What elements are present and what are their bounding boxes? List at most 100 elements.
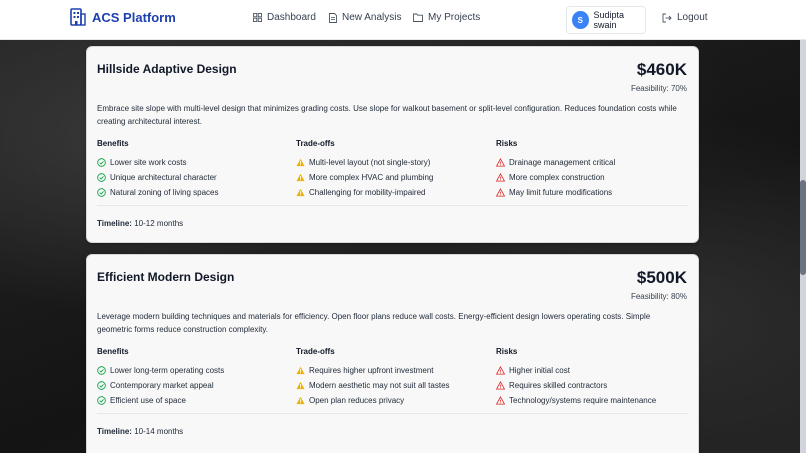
design-description: Leverage modern building techniques and … (97, 312, 651, 334)
benefit-item: Lower site work costs (97, 155, 287, 170)
timeline: Timeline: 10-14 months (97, 427, 183, 436)
benefit-text: Unique architectural character (110, 173, 217, 182)
alert-triangle-icon (496, 396, 505, 405)
check-circle-icon (97, 396, 106, 405)
design-card: Hillside Adaptive Design $460K Feasibili… (86, 46, 699, 243)
alert-triangle-icon (496, 158, 505, 167)
risk-text: Drainage management critical (509, 158, 616, 167)
warning-icon (296, 173, 305, 182)
timeline-label: Timeline: (97, 427, 132, 436)
timeline-label: Timeline: (97, 219, 132, 228)
benefit-text: Efficient use of space (110, 396, 186, 405)
tradeoff-item: More complex HVAC and plumbing (296, 170, 486, 185)
risks-column: Risks Drainage management critical More … (496, 139, 686, 200)
feasibility-score: Feasibility: 80% (630, 292, 687, 301)
benefits-column: Benefits Lower long-term operating costs… (97, 347, 287, 408)
tradeoff-item: Multi-level layout (not single-story) (296, 155, 486, 170)
grid-icon (253, 13, 262, 22)
check-circle-icon (97, 381, 106, 390)
check-circle-icon (97, 173, 106, 182)
check-circle-icon (97, 188, 106, 197)
tradeoff-item: Challenging for mobility-impaired (296, 185, 486, 200)
timeline-value: 10-14 months (134, 427, 184, 436)
timeline: Timeline: 10-12 months (97, 219, 183, 228)
design-title: Hillside Adaptive Design (97, 62, 237, 76)
design-title: Efficient Modern Design (97, 270, 235, 284)
risks-column: Risks Higher initial cost Requires skill… (496, 347, 686, 408)
brand-name: ACS Platform (92, 9, 176, 25)
scrollbar[interactable] (800, 40, 806, 453)
benefit-text: Natural zoning of living spaces (110, 188, 219, 197)
logout-label: Logout (677, 12, 708, 23)
risk-item: More complex construction (496, 170, 686, 185)
benefit-text: Contemporary market appeal (110, 381, 214, 390)
tradeoff-text: Multi-level layout (not single-story) (309, 158, 431, 167)
user-name: Sudipta swain (593, 10, 625, 30)
benefit-item: Efficient use of space (97, 393, 287, 408)
benefit-text: Lower site work costs (110, 158, 187, 167)
tradeoff-text: Challenging for mobility-impaired (309, 188, 426, 197)
design-price: $460K (636, 60, 687, 79)
tradeoff-text: Requires higher upfront investment (309, 366, 434, 375)
nav-new-analysis-label: New Analysis (342, 12, 402, 23)
brand-logo[interactable]: ACS Platform (70, 8, 176, 26)
benefits-heading: Benefits (97, 139, 129, 148)
alert-triangle-icon (496, 366, 505, 375)
risk-item: May limit future modifications (496, 185, 686, 200)
tradeoff-item: Requires higher upfront investment (296, 363, 486, 378)
risk-text: Higher initial cost (509, 366, 570, 375)
risk-item: Technology/systems require maintenance (496, 393, 686, 408)
check-circle-icon (97, 366, 106, 375)
benefit-item: Lower long-term operating costs (97, 363, 287, 378)
folder-icon (413, 13, 423, 22)
warning-icon (296, 381, 305, 390)
benefits-heading: Benefits (97, 347, 129, 356)
design-price: $500K (636, 268, 687, 287)
design-card: Efficient Modern Design $500K Feasibilit… (86, 254, 699, 453)
nav-dashboard-label: Dashboard (267, 12, 316, 23)
risk-item: Higher initial cost (496, 363, 686, 378)
tradeoff-text: Open plan reduces privacy (309, 396, 405, 405)
benefit-item: Natural zoning of living spaces (97, 185, 287, 200)
scrollbar-thumb[interactable] (800, 180, 806, 275)
card-divider (97, 413, 688, 414)
nav-my-projects[interactable]: My Projects (413, 12, 480, 23)
design-description: Embrace site slope with multi-level desi… (97, 104, 677, 126)
tradeoff-text: More complex HVAC and plumbing (309, 173, 434, 182)
tradeoffs-column: Trade-offs Requires higher upfront inves… (296, 347, 486, 408)
card-divider (97, 205, 688, 206)
tradeoffs-heading: Trade-offs (296, 139, 335, 148)
tradeoff-item: Modern aesthetic may not suit all tastes (296, 378, 486, 393)
top-navbar: ACS Platform Dashboard New Analysis My P… (0, 0, 806, 40)
benefit-item: Contemporary market appeal (97, 378, 287, 393)
feasibility-score: Feasibility: 70% (630, 84, 687, 93)
risk-text: More complex construction (509, 173, 605, 182)
risk-text: Technology/systems require maintenance (509, 396, 657, 405)
alert-triangle-icon (496, 381, 505, 390)
benefit-item: Unique architectural character (97, 170, 287, 185)
risk-item: Requires skilled contractors (496, 378, 686, 393)
warning-icon (296, 188, 305, 197)
warning-icon (296, 366, 305, 375)
check-circle-icon (97, 158, 106, 167)
logout-button[interactable]: Logout (662, 12, 708, 23)
building-icon (70, 8, 86, 26)
timeline-value: 10-12 months (134, 219, 184, 228)
avatar: S (572, 11, 589, 29)
benefits-column: Benefits Lower site work costs Unique ar… (97, 139, 287, 200)
nav-my-projects-label: My Projects (428, 12, 481, 23)
logout-icon (662, 13, 672, 22)
risk-text: Requires skilled contractors (509, 381, 608, 390)
tradeoff-item: Open plan reduces privacy (296, 393, 486, 408)
nav-new-analysis[interactable]: New Analysis (329, 12, 401, 23)
tradeoff-text: Modern aesthetic may not suit all tastes (309, 381, 450, 390)
risk-item: Drainage management critical (496, 155, 686, 170)
risk-text: May limit future modifications (509, 188, 613, 197)
nav-dashboard[interactable]: Dashboard (253, 12, 316, 23)
tradeoffs-column: Trade-offs Multi-level layout (not singl… (296, 139, 486, 200)
warning-icon (296, 158, 305, 167)
alert-triangle-icon (496, 188, 505, 197)
tradeoffs-heading: Trade-offs (296, 347, 335, 356)
document-icon (329, 12, 337, 23)
user-menu[interactable]: S Sudipta swain (566, 6, 646, 34)
